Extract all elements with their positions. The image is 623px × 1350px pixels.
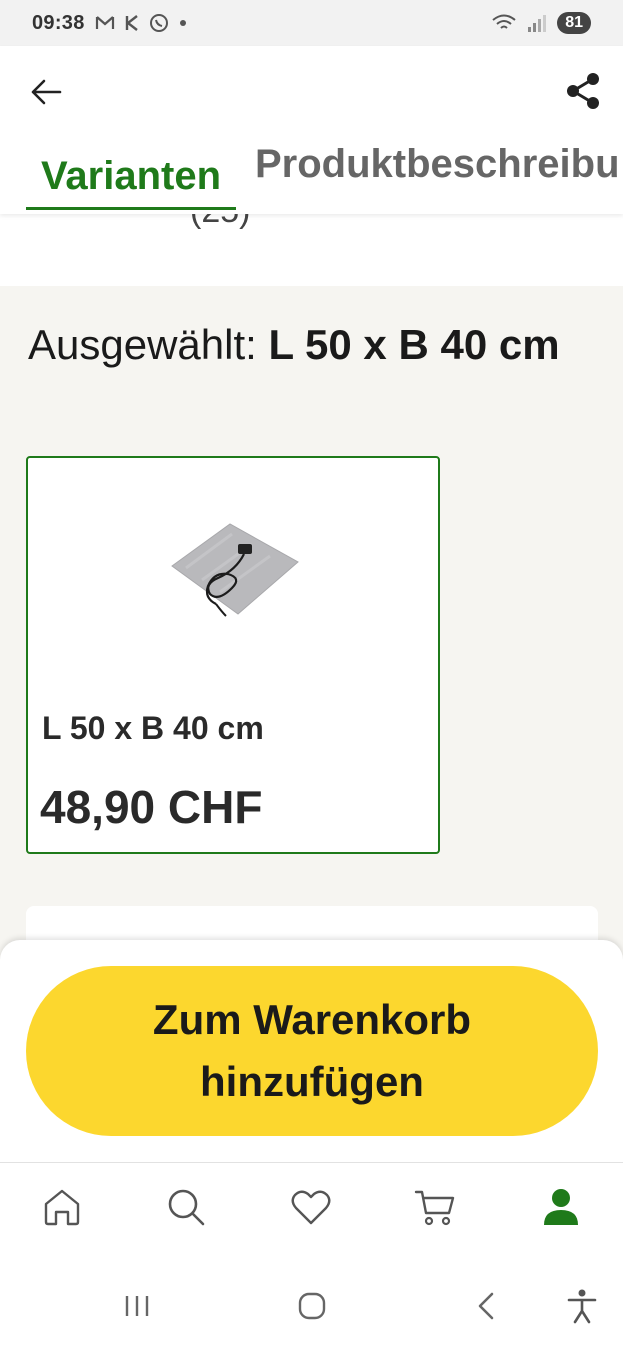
selected-prefix: Ausgewählt:: [28, 321, 269, 368]
selected-variant-heading: Ausgewählt: L 50 x B 40 cm: [28, 314, 588, 376]
bottom-navigation: [0, 1162, 623, 1262]
tab-produktbeschreibung[interactable]: Produktbeschreibu: [255, 142, 620, 214]
recent-apps-icon[interactable]: [117, 1286, 157, 1326]
dot-icon: [179, 20, 186, 26]
system-back-icon[interactable]: [466, 1286, 506, 1326]
status-left: 09:38: [32, 12, 187, 35]
share-icon[interactable]: [562, 70, 604, 112]
notification-icons: [95, 13, 187, 33]
variant-price: 48,90 CHF: [40, 781, 263, 833]
variant-card[interactable]: L 50 x B 40 cm 48,90 CHF: [26, 456, 440, 854]
add-to-cart-sheet: Zum Warenkorb hinzufügen: [0, 940, 623, 1162]
heating-pad-image: [171, 523, 299, 617]
variant-name: L 50 x B 40 cm: [42, 710, 264, 746]
status-bar: 09:38 81: [0, 0, 623, 46]
tab-bar: Varianten Produktbeschreibu: [0, 142, 623, 214]
home-icon[interactable]: [40, 1185, 84, 1229]
selected-value: L 50 x B 40 cm: [268, 321, 560, 368]
system-navigation: [0, 1262, 623, 1350]
add-to-cart-button[interactable]: Zum Warenkorb hinzufügen: [26, 966, 598, 1136]
wifi-icon: [492, 14, 516, 29]
signal-icon: [528, 15, 547, 32]
k-icon: [125, 15, 138, 31]
home-button-icon[interactable]: [292, 1286, 332, 1326]
search-icon[interactable]: [164, 1185, 208, 1229]
heart-icon[interactable]: [289, 1185, 333, 1229]
account-icon[interactable]: [539, 1185, 583, 1229]
status-right: 81: [491, 12, 591, 34]
whatsapp-icon: [149, 14, 168, 32]
gmail-icon: [95, 16, 114, 29]
tab-varianten[interactable]: Varianten: [26, 142, 236, 214]
review-count: (25): [190, 214, 250, 231]
arrow-left-icon[interactable]: [26, 72, 66, 112]
cart-icon[interactable]: [413, 1185, 457, 1229]
add-to-cart-label: Zum Warenkorb hinzufügen: [152, 996, 472, 1105]
accessibility-icon[interactable]: [562, 1286, 602, 1326]
status-time: 09:38: [32, 11, 85, 34]
app-bar: Varianten Produktbeschreibu: [0, 46, 623, 214]
battery-indicator: 81: [557, 12, 591, 34]
previous-section: (25): [0, 214, 623, 286]
